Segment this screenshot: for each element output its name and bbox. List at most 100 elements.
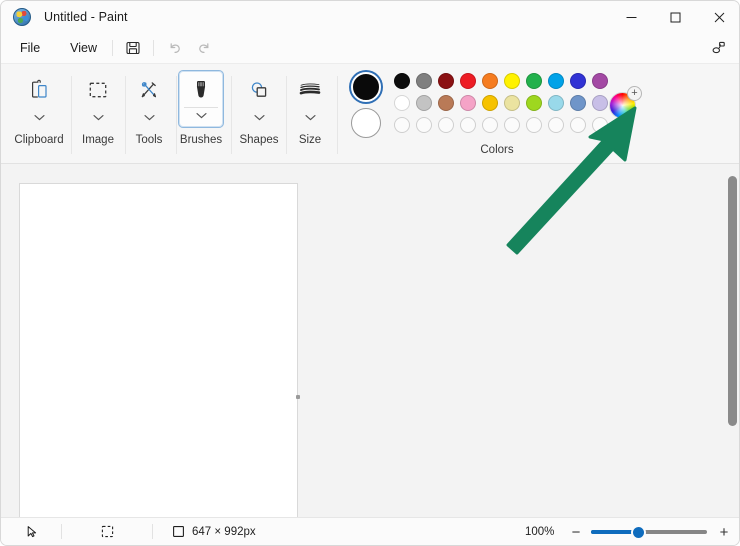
image-chevron-down-icon[interactable] [92,108,104,126]
color-swatch-2-9[interactable] [570,95,586,111]
color-swatch-3-6[interactable] [504,117,520,133]
clipboard-chevron-down-icon[interactable] [33,108,45,126]
color-swatch-2-4[interactable] [460,95,476,111]
color-swatch-3-4[interactable] [460,117,476,133]
maximize-button[interactable] [653,1,697,33]
zoom-slider-track[interactable] [591,530,707,534]
color-wheel-plus-badge: + [627,86,642,101]
zoom-level-text: 100% [525,525,555,538]
window-controls [609,1,739,33]
paint-window: Untitled - Paint File View Clipboard Ima… [0,0,740,546]
selection-dashed-icon [62,518,152,546]
ribbon-label-clipboard: Clipboard [14,134,64,146]
clipboard-button[interactable] [16,70,62,128]
copilot-icon[interactable] [703,36,733,60]
color-row-2 [394,89,614,111]
brushes-chevron-down-icon[interactable] [184,107,218,119]
color-swatch-3-10[interactable] [592,117,608,133]
color-swatch-3-9[interactable] [570,117,586,133]
ribbon-label-size: Size [298,134,322,146]
color-swatch-2-6[interactable] [504,95,520,111]
paint-palette-icon [13,8,31,26]
color-swatch-2-1[interactable] [394,95,410,111]
color-swatch-2-7[interactable] [526,95,542,111]
undo-arrow-icon[interactable] [159,36,189,60]
color-row-1 [394,73,614,89]
color-swatch-3-1[interactable] [394,117,410,133]
size-button[interactable] [287,70,333,128]
color-swatch-3-2[interactable] [416,117,432,133]
ribbon-group-clipboard: Clipboard [14,64,64,165]
color-swatch-2-10[interactable] [592,95,608,111]
ribbon-group-brushes: Brushes [177,64,225,165]
ribbon-divider-6 [337,76,338,154]
color-swatch-2-8[interactable] [548,95,564,111]
color-swatch-1-5[interactable] [482,73,498,89]
color-swatch-3-7[interactable] [526,117,542,133]
color-swatch-1-2[interactable] [416,73,432,89]
ribbon-divider-4 [231,76,232,154]
drawing-canvas[interactable] [19,183,298,519]
color-swatch-3-5[interactable] [482,117,498,133]
tools-chevron-down-icon[interactable] [143,108,155,126]
window-title: Untitled - Paint [44,10,128,24]
zoom-out-button[interactable]: − [567,523,585,541]
minimize-button[interactable] [609,1,653,33]
canvas-resize-handle[interactable] [296,395,300,399]
shapes-chevron-down-icon[interactable] [253,108,265,126]
image-size-text: 647 × 992px [192,525,256,538]
menu-divider-2 [153,40,155,56]
color-swatch-2-3[interactable] [438,95,454,111]
zoom-in-button[interactable]: + [715,523,733,541]
save-floppy-icon[interactable] [118,36,148,60]
color-swatch-1-3[interactable] [438,73,454,89]
status-bar: 647 × 992px 100% − + [1,517,739,546]
menu-view[interactable]: View [60,36,107,60]
close-button[interactable] [697,1,739,33]
vertical-scrollbar[interactable] [728,166,737,516]
color-swatch-1-4[interactable] [460,73,476,89]
vertical-scrollbar-thumb[interactable] [728,176,737,426]
color-swatch-2-5[interactable] [482,95,498,111]
secondary-color-swatch[interactable] [351,108,381,138]
menu-bar: File View [1,33,739,63]
ribbon-label-shapes: Shapes [239,134,279,146]
zoom-slider-thumb[interactable] [631,525,646,540]
ribbon-group-image: Image [74,64,122,165]
color-swatch-3-8[interactable] [548,117,564,133]
color-swatch-1-8[interactable] [548,73,564,89]
color-palette-grid [394,73,614,133]
size-chevron-down-icon[interactable] [304,108,316,126]
colors-group-label: Colors [480,144,514,156]
title-bar: Untitled - Paint [1,1,739,33]
primary-color-swatch[interactable] [351,72,381,102]
menu-file[interactable]: File [10,36,50,60]
color-swatch-1-1[interactable] [394,73,410,89]
ribbon-group-colors: + Colors [341,64,661,165]
image-size-indicator: 647 × 992px [153,518,256,546]
ribbon-label-tools: Tools [135,134,163,146]
ribbon-label-image: Image [82,134,114,146]
redo-arrow-icon[interactable] [189,36,219,60]
color-swatch-1-7[interactable] [526,73,542,89]
ribbon-group-size: Size [286,64,334,165]
ribbon-toolbar: Clipboard Image Tools Brushes Shapes Siz… [1,63,739,165]
color-swatch-1-6[interactable] [504,73,520,89]
menu-divider-1 [112,40,114,56]
color-swatch-2-2[interactable] [416,95,432,111]
color-wheel-add-icon[interactable]: + [609,86,643,120]
shapes-button[interactable] [236,70,282,128]
ribbon-group-tools: Tools [125,64,173,165]
brushes-button[interactable] [178,70,224,128]
color-row-3 [394,111,614,133]
canvas-workspace[interactable] [1,164,739,519]
color-swatch-3-3[interactable] [438,117,454,133]
ribbon-label-brushes: Brushes [179,134,223,146]
color-swatch-1-9[interactable] [570,73,586,89]
ribbon-group-shapes: Shapes [235,64,283,165]
tools-button[interactable] [126,70,172,128]
ribbon-divider-1 [71,76,72,154]
color-swatch-1-10[interactable] [592,73,608,89]
cursor-arrow-icon [1,518,61,546]
image-button[interactable] [75,70,121,128]
